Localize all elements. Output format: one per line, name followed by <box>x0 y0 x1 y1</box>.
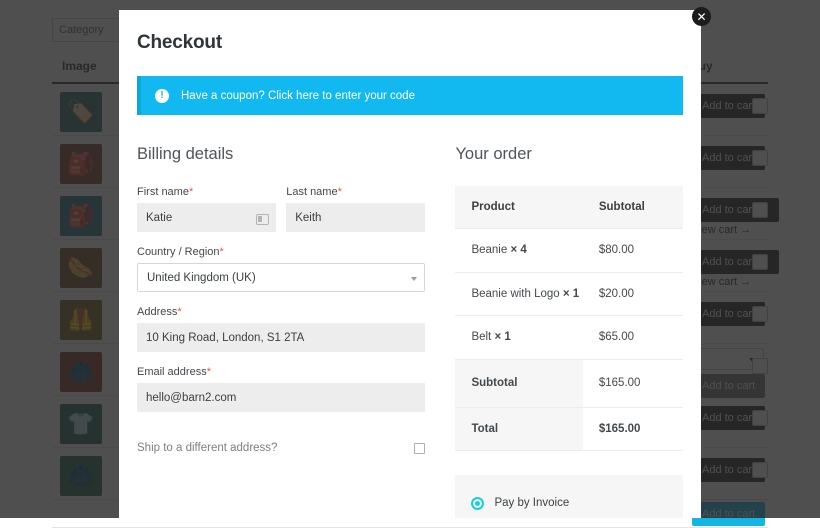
country-label: Country / Region* <box>137 246 425 258</box>
email-label: Email address* <box>137 366 425 378</box>
checkout-modal: Checkout ! Have a coupon? Click here to … <box>119 10 701 518</box>
address-label-text: Address <box>137 306 177 318</box>
address-input[interactable]: 10 King Road, London, S1 2TA <box>137 323 425 352</box>
subtotal-label: Subtotal <box>455 360 582 408</box>
first-name-label: First name* <box>137 186 276 198</box>
address-field-group: Address* 10 King Road, London, S1 2TA <box>137 306 425 352</box>
last-name-input[interactable]: Keith <box>286 203 425 232</box>
total-value: $165.00 <box>583 407 683 451</box>
required-marker: * <box>177 306 181 318</box>
ship-different-address-checkbox[interactable] <box>414 443 425 454</box>
first-name-label-text: First name <box>137 186 189 198</box>
order-table-header-row: Product Subtotal <box>455 186 683 229</box>
subtotal-row: Subtotal $165.00 <box>455 360 683 408</box>
billing-heading: Billing details <box>137 145 425 164</box>
pay-by-invoice-radio[interactable] <box>471 497 484 510</box>
order-item-row: Beanie with Logo × 1$20.00 <box>455 272 683 316</box>
ship-different-address-label: Ship to a different address? <box>137 442 277 454</box>
subtotal-value: $165.00 <box>583 360 683 408</box>
required-marker: * <box>189 186 193 198</box>
first-name-field-group: First name* Katie <box>137 186 276 232</box>
email-field[interactable]: hello@barn2.com <box>137 383 425 412</box>
product-quantity: × 4 <box>510 244 526 256</box>
address-label: Address* <box>137 306 425 318</box>
order-column-product: Product <box>455 186 582 229</box>
order-column-subtotal: Subtotal <box>583 186 683 229</box>
required-marker: * <box>207 366 211 378</box>
product-quantity: × 1 <box>494 331 510 343</box>
product-name: Beanie with Logo <box>471 288 562 300</box>
pay-by-invoice-label: Pay by Invoice <box>494 497 569 509</box>
email-label-text: Email address <box>137 366 207 378</box>
order-summary-table: Product Subtotal Beanie × 4$80.00Beanie … <box>455 186 683 451</box>
country-field-group: Country / Region* United Kingdom (UK) <box>137 246 425 292</box>
last-name-label-text: Last name <box>286 186 337 198</box>
total-label: Total <box>455 407 582 451</box>
email-field-group: Email address* hello@barn2.com <box>137 366 425 412</box>
coupon-notice-banner[interactable]: ! Have a coupon? Click here to enter you… <box>137 76 683 115</box>
order-item-name: Belt × 1 <box>455 316 582 360</box>
ship-different-address-row[interactable]: Ship to a different address? <box>137 442 425 454</box>
order-item-name: Beanie × 4 <box>455 229 582 273</box>
required-marker: * <box>220 246 224 258</box>
info-icon: ! <box>155 89 169 103</box>
product-quantity: × 1 <box>563 288 579 300</box>
order-item-subtotal: $20.00 <box>583 272 683 316</box>
product-name: Beanie <box>471 244 510 256</box>
country-select[interactable]: United Kingdom (UK) <box>137 263 425 292</box>
order-heading: Your order <box>455 145 683 164</box>
order-item-name: Beanie with Logo × 1 <box>455 272 582 316</box>
total-row: Total $165.00 <box>455 407 683 451</box>
payment-method-box[interactable]: Pay by Invoice <box>455 475 683 518</box>
chevron-down-icon <box>411 277 417 281</box>
coupon-link[interactable]: Have a coupon? Click here to enter your … <box>181 90 415 102</box>
product-name: Belt <box>471 331 494 343</box>
last-name-field-group: Last name* Keith <box>286 186 425 232</box>
autofill-contact-icon[interactable] <box>256 214 269 225</box>
page-title: Checkout <box>137 32 683 54</box>
order-item-row: Beanie × 4$80.00 <box>455 229 683 273</box>
close-icon[interactable]: ✕ <box>692 7 711 26</box>
order-item-subtotal: $65.00 <box>583 316 683 360</box>
required-marker: * <box>338 186 342 198</box>
order-item-subtotal: $80.00 <box>583 229 683 273</box>
last-name-label: Last name* <box>286 186 425 198</box>
order-item-row: Belt × 1$65.00 <box>455 316 683 360</box>
order-summary-section: Your order Product Subtotal Beanie × 4$8… <box>455 145 683 518</box>
billing-details-section: Billing details First name* Katie Last n… <box>137 145 425 518</box>
country-label-text: Country / Region <box>137 246 220 258</box>
